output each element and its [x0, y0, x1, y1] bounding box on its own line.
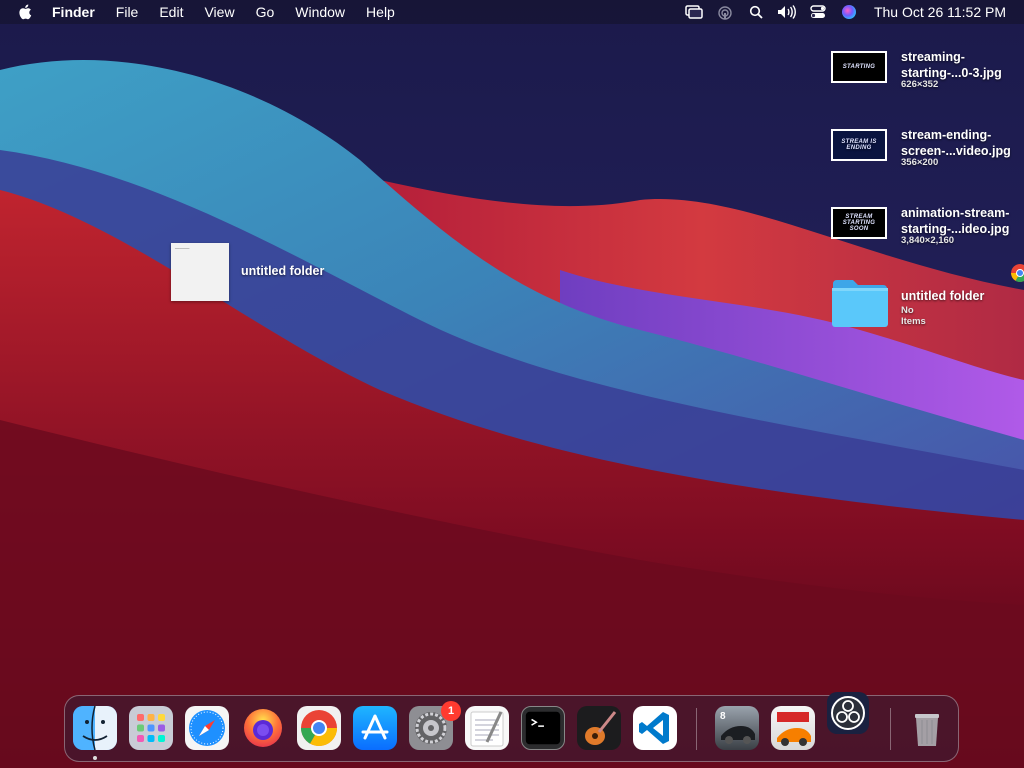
dock-finder[interactable] — [73, 706, 117, 750]
folder-name-line1: untitled folder — [901, 289, 985, 303]
dock-asphalt-9[interactable] — [771, 706, 815, 750]
app-store-icon — [361, 714, 389, 740]
dock-obs[interactable] — [827, 692, 869, 734]
trash-icon — [915, 714, 939, 746]
finder-icon — [73, 706, 117, 750]
race-car-icon: 8 — [720, 711, 755, 744]
volume-icon[interactable] — [776, 0, 798, 24]
folder-name: untitled folder — [901, 288, 1024, 304]
thumbnail-text: STARTING — [842, 64, 876, 70]
dragging-file-icon[interactable]: ━━━━━━ — [171, 243, 229, 301]
dock-garageband[interactable] — [577, 706, 621, 750]
svg-text:8: 8 — [720, 711, 726, 722]
menu-file[interactable]: File — [116, 4, 139, 20]
menu-window[interactable]: Window — [295, 4, 345, 20]
vscode-icon — [639, 712, 669, 744]
file-preview-lines: ━━━━━━ — [175, 246, 190, 251]
dock-launchpad[interactable] — [129, 706, 173, 750]
folder-meta: No Items — [901, 305, 926, 327]
file-name: animation-stream- starting-...ideo.jpg — [901, 205, 1024, 237]
menu-go[interactable]: Go — [256, 4, 275, 20]
textedit-icon — [470, 711, 504, 747]
launchpad-icon — [137, 714, 165, 742]
image-thumbnail: STREAM IS ENDING — [831, 129, 887, 161]
image-thumbnail: STARTING — [831, 51, 887, 83]
terminal-icon — [525, 711, 561, 745]
thumbnail-text: STREAM STARTING SOON — [842, 214, 876, 232]
menu-help[interactable]: Help — [366, 4, 395, 20]
menu-view[interactable]: View — [204, 4, 234, 20]
dock-safari[interactable] — [185, 706, 229, 750]
file-name: stream-ending- screen-...video.jpg — [901, 127, 1024, 159]
menu-edit[interactable]: Edit — [159, 4, 183, 20]
siri-icon[interactable] — [838, 0, 860, 24]
search-icon[interactable] — [745, 0, 767, 24]
dock-asphalt-8[interactable]: 8 — [715, 706, 759, 750]
dock-chrome[interactable] — [297, 706, 341, 750]
dock-separator — [890, 708, 891, 750]
guitar-icon — [585, 711, 617, 745]
dock-terminal[interactable] — [521, 706, 565, 750]
obs-icon — [831, 696, 865, 730]
image-thumbnail: STREAM STARTING SOON — [831, 207, 887, 239]
control-center-icon[interactable] — [807, 0, 829, 24]
finder-running-indicator — [93, 756, 97, 760]
safari-icon — [189, 710, 225, 746]
menu-bar: Finder File Edit View Go Window Help Thu… — [0, 0, 1024, 24]
dock-textedit[interactable] — [465, 706, 509, 750]
file-name: streaming- starting-...0-3.jpg — [901, 49, 1024, 81]
file-name-line1: animation-stream- — [901, 206, 1010, 220]
file-name-line1: stream-ending- — [901, 128, 992, 142]
dock-trash[interactable] — [905, 706, 949, 750]
system-preferences-badge: 1 — [441, 701, 461, 721]
dock-firefox[interactable] — [241, 706, 285, 750]
dragging-item-label: untitled folder — [241, 264, 325, 278]
dock-vscode[interactable] — [633, 706, 677, 750]
thumbnail-text: STREAM IS ENDING — [841, 139, 877, 151]
menu-bar-clock[interactable]: Thu Oct 26 11:52 PM — [874, 4, 1006, 20]
dock-separator — [696, 708, 697, 750]
dock-app-store[interactable] — [353, 706, 397, 750]
dock: 1 8 — [64, 692, 959, 762]
file-meta: 626×352 — [901, 79, 939, 90]
file-meta: 3,840×2,160 — [901, 235, 955, 246]
folder-icon — [832, 280, 888, 327]
firefox-icon — [244, 709, 282, 747]
file-name-line1: streaming- — [901, 50, 965, 64]
race-car-icon — [777, 712, 811, 746]
chrome-icon — [301, 710, 337, 747]
app-menu-finder[interactable]: Finder — [52, 4, 95, 20]
chrome-edge-icon[interactable] — [1011, 264, 1024, 282]
apple-menu-icon[interactable] — [18, 4, 36, 20]
airdrop-icon[interactable] — [714, 0, 736, 24]
desktop-wallpaper — [0, 0, 1024, 768]
file-meta: 356×200 — [901, 157, 939, 168]
screen-mirroring-icon[interactable] — [683, 0, 705, 24]
